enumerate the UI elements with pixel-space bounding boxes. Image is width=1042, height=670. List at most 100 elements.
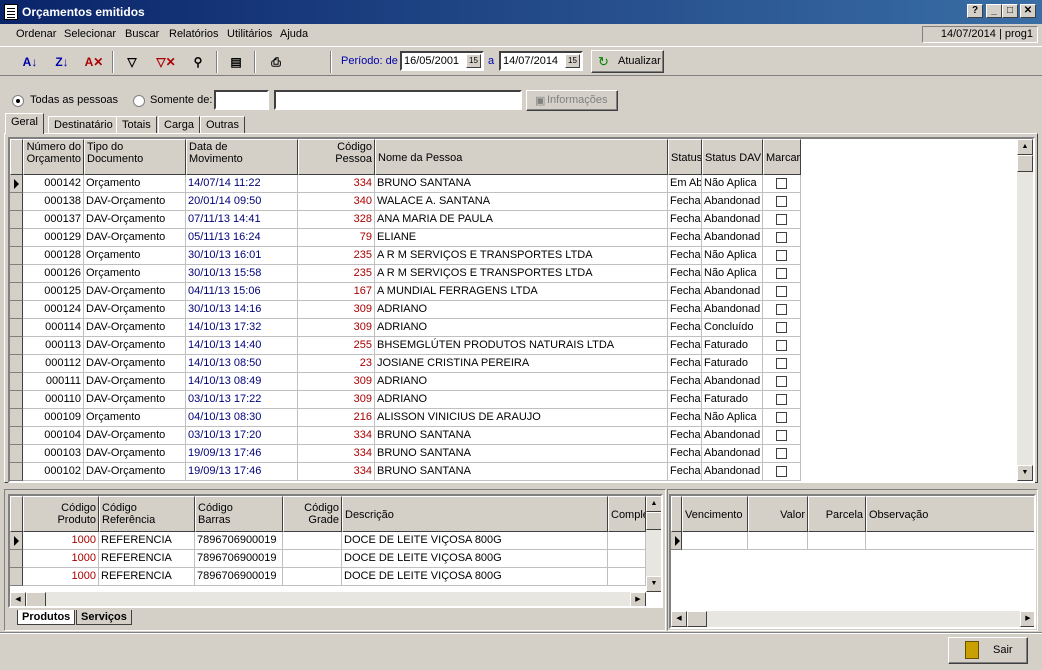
cell-tipo[interactable]: DAV-Orçamento [84,283,186,301]
cell-codigo[interactable]: 309 [298,373,375,391]
cell-codigo[interactable]: 79 [298,229,375,247]
scroll-up-icon[interactable]: ▲ [1017,139,1033,155]
cell-numero[interactable]: 000110 [23,391,84,409]
scroll-left-icon[interactable]: ◀ [10,592,26,606]
cell-data[interactable]: 30/10/13 16:01 [186,247,298,265]
cell-tipo[interactable]: Orçamento [84,265,186,283]
cell-status[interactable]: Fecha [668,337,702,355]
cell-cod-produto[interactable]: 1000 [23,532,99,550]
col-nome-header[interactable]: Nome da Pessoa [375,139,668,175]
cell-status[interactable]: Fecha [668,427,702,445]
cell-cod-grade[interactable] [283,550,342,568]
cell-data[interactable]: 30/10/13 15:58 [186,265,298,283]
cell-numero[interactable]: 000103 [23,445,84,463]
cell-codigo[interactable]: 167 [298,283,375,301]
cell-cod-barras[interactable]: 7896706900019 [195,532,283,550]
mark-checkbox[interactable] [776,466,787,477]
cell-status-dav[interactable]: Abandonad [702,229,763,247]
cell-nome[interactable]: BRUNO SANTANA [375,175,668,193]
cell-tipo[interactable]: DAV-Orçamento [84,337,186,355]
page-setup-icon[interactable]: ▤ [224,51,248,73]
cell-numero[interactable]: 000138 [23,193,84,211]
payment-cell[interactable] [866,532,1034,550]
col-valor-header[interactable]: Valor [748,496,808,532]
mark-checkbox[interactable] [776,376,787,387]
cell-nome[interactable]: ADRIANO [375,373,668,391]
cell-status[interactable]: Fecha [668,463,702,481]
cell-data[interactable]: 05/11/13 16:24 [186,229,298,247]
scroll-thumb[interactable] [1017,155,1033,172]
cell-status-dav[interactable]: Abandonad [702,445,763,463]
mark-checkbox[interactable] [776,268,787,279]
cell-data[interactable]: 03/10/13 17:22 [186,391,298,409]
cell-tipo[interactable]: DAV-Orçamento [84,427,186,445]
cell-nome[interactable]: ANA MARIA DE PAULA [375,211,668,229]
cell-status-dav[interactable]: Concluído [702,319,763,337]
help-button[interactable]: ? [967,4,983,18]
cell-status[interactable]: Fecha [668,247,702,265]
col-status-dav-header[interactable]: Status DAV [702,139,763,175]
mark-checkbox[interactable] [776,340,787,351]
cell-numero[interactable]: 000129 [23,229,84,247]
tab-carga[interactable]: Carga [158,116,200,134]
cell-status[interactable]: Em Ab [668,175,702,193]
payment-cell[interactable] [748,532,808,550]
menu-selecionar[interactable]: Selecionar [64,28,116,40]
cell-nome[interactable]: BRUNO SANTANA [375,427,668,445]
cell-descricao[interactable]: DOCE DE LEITE VIÇOSA 800G [342,550,608,568]
cell-status[interactable]: Fecha [668,193,702,211]
cell-nome[interactable]: ELIANE [375,229,668,247]
cell-numero[interactable]: 000104 [23,427,84,445]
cell-data[interactable]: 14/10/13 17:32 [186,319,298,337]
cell-tipo[interactable]: DAV-Orçamento [84,301,186,319]
cell-status-dav[interactable]: Não Aplica [702,265,763,283]
print-preview-icon[interactable]: ⎙ [264,51,288,73]
col-status-header[interactable]: Status [668,139,702,175]
mark-checkbox[interactable] [776,394,787,405]
cell-numero[interactable]: 000111 [23,373,84,391]
cell-tipo[interactable]: DAV-Orçamento [84,463,186,481]
cell-status-dav[interactable]: Não Aplica [702,175,763,193]
cell-tipo[interactable]: DAV-Orçamento [84,391,186,409]
cell-nome[interactable]: BRUNO SANTANA [375,463,668,481]
col-tipo-header[interactable]: Tipo do Documento [84,139,186,175]
cell-codigo[interactable]: 334 [298,175,375,193]
cell-codigo[interactable]: 235 [298,247,375,265]
cell-nome[interactable]: A R M SERVIÇOS E TRANSPORTES LTDA [375,265,668,283]
payments-horizontal-scrollbar[interactable]: ◀ ▶ [671,611,1034,627]
cell-numero[interactable]: 000126 [23,265,84,283]
items-vertical-scrollbar[interactable]: ▲ ▼ [646,496,661,592]
cell-status-dav[interactable]: Não Aplica [702,409,763,427]
cell-descricao[interactable]: DOCE DE LEITE VIÇOSA 800G [342,532,608,550]
cell-cod-ref[interactable]: REFERENCIA [99,568,195,586]
filter-icon[interactable]: ▽ [120,51,144,73]
calendar-icon[interactable]: 15 [466,54,481,68]
mark-checkbox[interactable] [776,412,787,423]
cell-numero[interactable]: 000113 [23,337,84,355]
payment-cell[interactable] [682,532,748,550]
cell-data[interactable]: 14/10/13 08:49 [186,373,298,391]
cell-status[interactable]: Fecha [668,373,702,391]
cell-status[interactable]: Fecha [668,445,702,463]
mark-checkbox[interactable] [776,448,787,459]
cell-tipo[interactable]: DAV-Orçamento [84,355,186,373]
cell-tipo[interactable]: DAV-Orçamento [84,319,186,337]
cell-status-dav[interactable]: Abandonad [702,193,763,211]
cell-numero[interactable]: 000112 [23,355,84,373]
cell-data[interactable]: 20/01/14 09:50 [186,193,298,211]
cell-status[interactable]: Fecha [668,265,702,283]
cell-nome[interactable]: JOSIANE CRISTINA PEREIRA [375,355,668,373]
info-button[interactable]: ▣ Informações [526,90,618,111]
cell-data[interactable]: 14/07/14 11:22 [186,175,298,193]
cell-status-dav[interactable]: Faturado [702,355,763,373]
cell-codigo[interactable]: 334 [298,463,375,481]
scroll-right-icon[interactable]: ▶ [1020,611,1034,627]
cell-nome[interactable]: BRUNO SANTANA [375,445,668,463]
menu-ordenar[interactable]: Ordenar [16,28,56,40]
tab-geral[interactable]: Geral [5,113,44,134]
cell-status[interactable]: Fecha [668,229,702,247]
col-numero-header[interactable]: Número do Orçamento [23,139,84,175]
only-person-radio[interactable] [133,95,145,107]
binoculars-icon[interactable]: ⚲ [186,51,210,73]
cell-status-dav[interactable]: Abandonad [702,427,763,445]
